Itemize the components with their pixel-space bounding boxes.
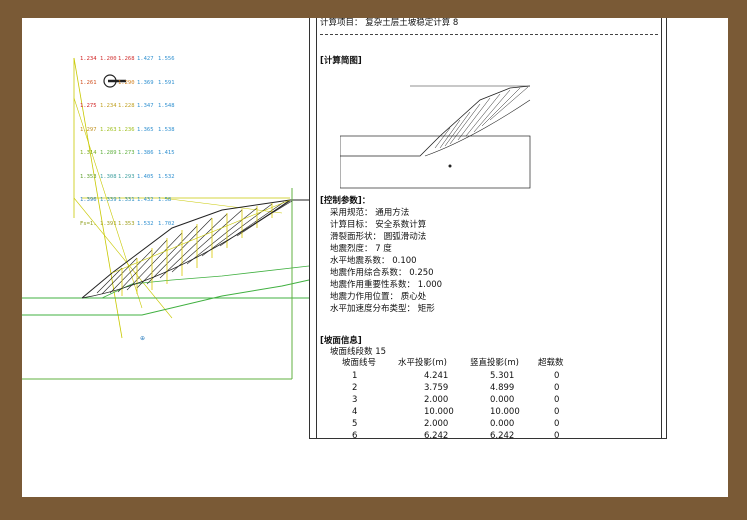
table-cell: 10.000 (424, 407, 454, 417)
control-param-item: 采用规范： 通用方法 (330, 208, 410, 218)
table-cell: 1 (352, 371, 358, 381)
control-param-item: 地震作用重要性系数： 1.000 (330, 280, 443, 290)
table-cell: 3 (352, 395, 358, 405)
section-control-heading: [控制参数]： (320, 196, 371, 206)
outer-frame: ⊕ 1.234 1.200 1.268 1.427 1.556 1.261 1.290 1.3… (0, 0, 747, 520)
safety-factor-label: 1.289 (100, 150, 117, 156)
mini-slope-diagram (340, 85, 531, 189)
control-param-item: 地震作用综合系数： 0.250 (330, 268, 434, 278)
table-cell: 0 (554, 419, 560, 429)
safety-factor-label: 1.273 (118, 150, 135, 156)
safety-factor-label: 1.591 (158, 79, 175, 86)
safety-factor-label: 1.293 (118, 173, 135, 180)
safety-factor-label: 1.268 (118, 56, 135, 62)
control-param-item: 水平加速度分布类型： 矩形 (330, 304, 435, 314)
safety-factor-label: 1.331 (118, 197, 135, 203)
table-cell: 5.301 (490, 371, 515, 381)
report-window[interactable]: 计算项目： 复杂土层土坡稳定计算 8 [计算简图] [控制参数]： 采用规范： … (309, 18, 667, 441)
table-cell: 0 (554, 407, 560, 417)
safety-factor-label: 1.396 (80, 197, 97, 203)
table-cell: 0.000 (490, 395, 515, 405)
section-slope-heading: [坡面信息] (320, 336, 362, 346)
report-right-rule (661, 18, 662, 438)
control-param-item: 地震烈度： 7 度 (330, 244, 392, 254)
safety-factor-label: 1.58 (158, 197, 172, 203)
slope-segment-count: 坡面线段数 15 (330, 347, 387, 357)
safety-factor-label: 1.347 (137, 103, 154, 109)
slip-hatch (96, 200, 293, 295)
safety-factor-label: 1.275 (80, 103, 97, 109)
safety-factor-label: 1.391 (100, 220, 117, 227)
control-param-item: 水平地震系数： 0.100 (330, 256, 417, 266)
table-cell: 2.000 (424, 395, 449, 405)
report-left-rule (316, 18, 317, 438)
safety-factor-label: 1.228 (118, 103, 135, 109)
table-cell: 2.000 (424, 419, 449, 429)
control-param-item: 滑裂面形状： 圆弧滑动法 (330, 232, 427, 242)
slice-lines (121, 203, 273, 296)
safety-factor-label: 1.405 (137, 173, 154, 180)
safety-factor-label: 1.353 (80, 173, 97, 180)
table-cell: 6.242 (424, 431, 449, 441)
safety-factor-label: 1.297 (80, 126, 97, 133)
table-cell: 6.242 (490, 431, 515, 441)
safety-factor-label: 1.314 (80, 150, 97, 156)
table-cell: 10.000 (490, 407, 520, 417)
safety-factor-label: 1.415 (158, 150, 175, 156)
control-param-item: 计算目标： 安全系数计算 (330, 220, 427, 230)
chord-line (111, 199, 291, 274)
table-cell: 4.899 (490, 383, 515, 393)
table-cell: 6 (352, 431, 358, 441)
safety-factor-label: 1.538 (158, 126, 175, 133)
table-cell: 4.241 (424, 371, 449, 381)
safety-factor-label: 1.369 (137, 79, 154, 86)
safety-factor-label: 1.236 (118, 126, 135, 133)
cad-canvas[interactable]: ⊕ 1.234 1.200 1.268 1.427 1.556 1.261 1.290 1.3… (22, 18, 728, 497)
safety-factor-label: 1.290 (118, 79, 135, 86)
safety-factor-label: 1.339 (100, 197, 117, 203)
table-cell: 0 (554, 383, 560, 393)
project-title: 计算项目： 复杂土层土坡稳定计算 8 (320, 18, 459, 28)
safety-factor-label: 1.234 (80, 56, 97, 62)
safety-factor-label: 1.702 (158, 220, 175, 227)
table-cell: 0 (554, 395, 560, 405)
safety-factor-label: 1.427 (137, 56, 154, 62)
safety-factor-label: 1.532 (137, 220, 154, 227)
divider (320, 34, 658, 35)
table-header-cell: 水平投影(m) (398, 358, 447, 368)
safety-factor-label: 1.532 (158, 173, 175, 180)
control-param-item: 地震力作用位置： 质心处 (330, 292, 427, 302)
safety-factor-label: 1.263 (100, 126, 117, 133)
safety-factor-label: 1.353 (118, 220, 135, 227)
cad-small-label: ⊕ (140, 335, 145, 342)
safety-factor-label: 1.200 (100, 56, 117, 62)
safety-factor-label: 1.261 (80, 79, 97, 86)
safety-factor-label: 1.386 (137, 150, 154, 156)
fan-line-3 (73, 197, 173, 319)
safety-factor-label: 1.234 (100, 103, 117, 109)
table-cell: 3.759 (424, 383, 449, 393)
slip-arc (81, 199, 291, 299)
safety-factor-label: 1.308 (100, 173, 117, 180)
safety-factor-label: Fs=1. (80, 220, 97, 227)
table-header-cell: 坡面线号 (342, 358, 377, 368)
section-diagram-heading: [计算简图] (320, 56, 362, 66)
safety-factor-label: 1.548 (158, 103, 175, 109)
table-header-cell: 超载数 (538, 358, 564, 368)
table-cell: 4 (352, 407, 358, 417)
safety-factor-label: 1.432 (137, 197, 154, 203)
table-cell: 2 (352, 383, 358, 393)
table-header-cell: 竖直投影(m) (470, 358, 519, 368)
table-cell: 0 (554, 431, 560, 441)
table-cell: 5 (352, 419, 358, 429)
safety-factor-label: 1.365 (137, 126, 154, 133)
safety-factor-label: 1.556 (158, 56, 175, 62)
layer-line-3 (101, 265, 310, 299)
table-cell: 0 (554, 371, 560, 381)
table-cell: 0.000 (490, 419, 515, 429)
